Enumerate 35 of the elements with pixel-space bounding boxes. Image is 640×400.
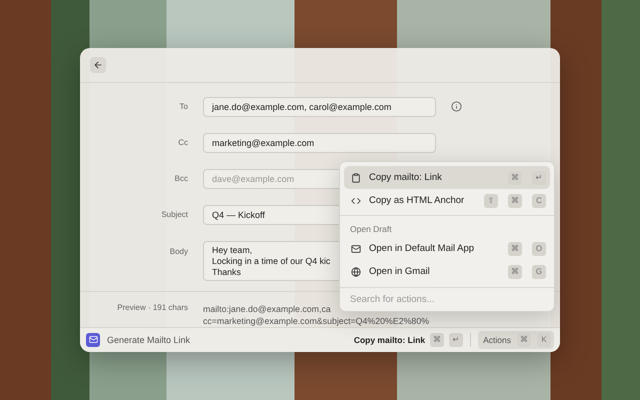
field-label: Body — [168, 246, 188, 256]
field-label: Subject — [160, 210, 188, 220]
app-icon — [86, 332, 100, 347]
back-button[interactable] — [90, 56, 106, 73]
keyboard-key: C — [532, 194, 546, 208]
menu-item[interactable]: Copy mailto: Link ⌘ ↵ — [344, 166, 550, 189]
preview-label: Preview · 191 chars — [116, 302, 188, 314]
keyboard-key: ↵ — [449, 332, 464, 347]
keyboard-key: ⌘ — [508, 170, 522, 184]
actions-button[interactable]: Actions ⌘ K — [478, 330, 554, 349]
code-icon — [351, 196, 361, 206]
field-label: To — [178, 102, 188, 112]
keyboard-key: K — [537, 332, 551, 347]
keyboard-key: ⌘ — [508, 242, 522, 256]
copy-link-button[interactable]: Copy mailto: Link ⌘ ↵ — [354, 332, 464, 347]
keyboard-key: ⌘ — [508, 264, 522, 278]
info-icon[interactable] — [451, 101, 462, 112]
input-field[interactable]: marketing@example.com — [203, 132, 436, 153]
globe-icon — [351, 266, 361, 276]
back-arrow-icon — [93, 60, 103, 70]
section-heading: Open Draft — [340, 215, 554, 237]
keyboard-key: ⇧ — [484, 194, 498, 208]
keyboard-key: O — [532, 242, 546, 256]
field-label: Bcc — [174, 174, 188, 184]
input-field[interactable]: jane.do@example.com, carol@example.com — [203, 96, 436, 117]
clipboard-icon — [351, 172, 361, 182]
keyboard-key: ⌘ — [430, 332, 444, 347]
keyboard-key: ↵ — [532, 170, 546, 184]
keyboard-key: ⌘ — [517, 332, 531, 347]
field-label: Cc — [177, 138, 188, 148]
search-field[interactable]: Search for actions... — [340, 287, 554, 311]
envelope-icon — [351, 244, 361, 254]
footer-title: Generate Mailto Link — [107, 334, 192, 345]
keyboard-key: G — [532, 264, 546, 278]
keyboard-key: ⌘ — [508, 194, 522, 208]
